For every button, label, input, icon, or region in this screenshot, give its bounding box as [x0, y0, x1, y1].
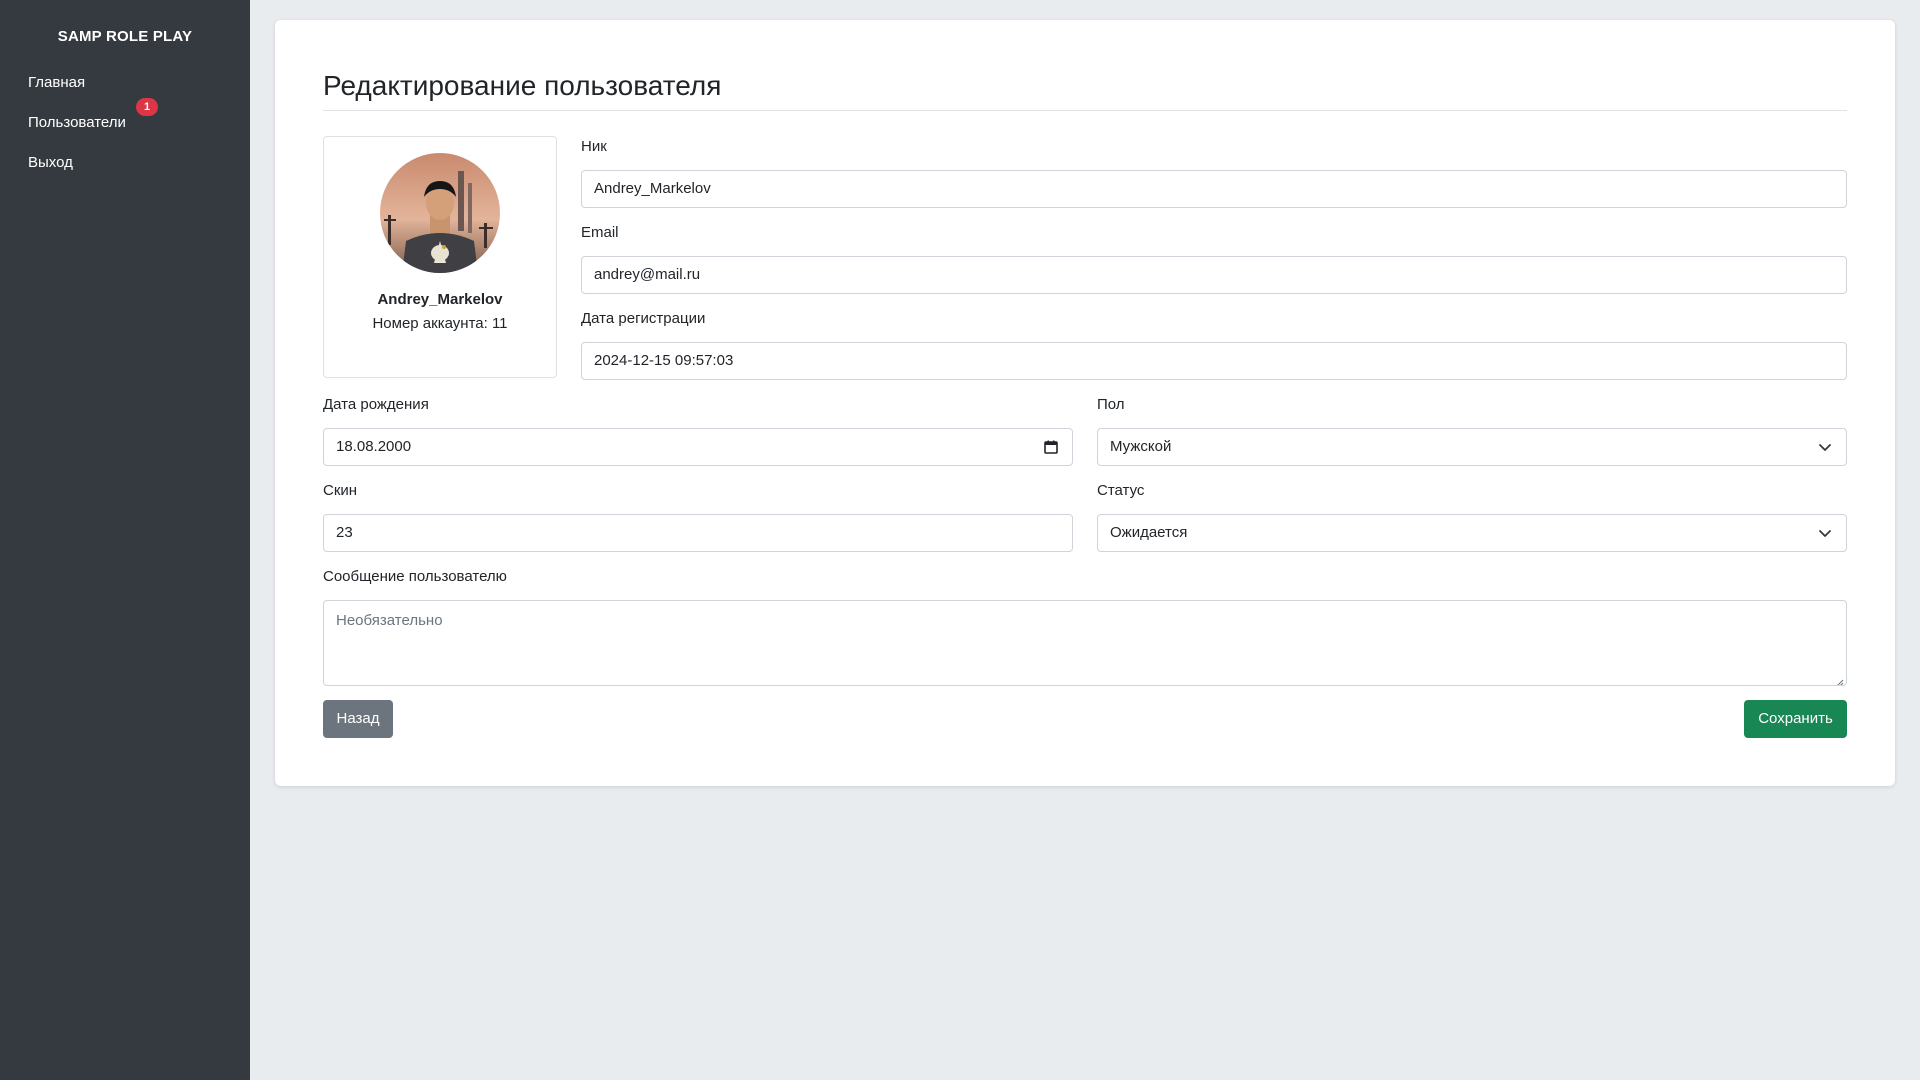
skin-value: 23: [336, 524, 353, 541]
notification-badge: 1: [136, 98, 158, 116]
status-select[interactable]: Ожидается: [1097, 514, 1847, 552]
chevron-down-icon: [1818, 515, 1832, 551]
message-label: Сообщение пользователю: [323, 568, 507, 585]
nick-field-group: Ник Andrey_Markelov: [581, 138, 1847, 208]
reg-date-label: Дата регистрации: [581, 310, 706, 327]
status-field-group: Статус Ожидается: [1097, 482, 1847, 552]
birth-date-label: Дата рождения: [323, 396, 429, 413]
reg-date-input[interactable]: 2024-12-15 09:57:03: [581, 342, 1847, 380]
sidebar-item-home[interactable]: Главная: [0, 63, 250, 103]
nick-input[interactable]: Andrey_Markelov: [581, 170, 1847, 208]
reg-date-value: 2024-12-15 09:57:03: [594, 352, 734, 369]
avatar: [380, 153, 500, 273]
chevron-down-icon: [1818, 429, 1832, 465]
nick-label: Ник: [581, 138, 607, 155]
sidebar-item-label: Выход: [28, 154, 73, 171]
email-input[interactable]: andrey@mail.ru: [581, 256, 1847, 294]
page-title: Редактирование пользователя: [323, 70, 722, 101]
status-label: Статус: [1097, 482, 1145, 499]
email-label: Email: [581, 224, 619, 241]
gender-select[interactable]: Мужской: [1097, 428, 1847, 466]
birth-date-value: 18.08.2000: [336, 438, 412, 455]
birth-date-input[interactable]: 18.08.2000: [323, 428, 1073, 466]
message-placeholder: Необязательно: [336, 612, 443, 629]
email-field-group: Email andrey@mail.ru: [581, 224, 1847, 294]
reg-date-field-group: Дата регистрации 2024-12-15 09:57:03: [581, 310, 1847, 380]
skin-field-group: Скин 23: [323, 482, 1073, 552]
sidebar-item-label: Главная: [28, 74, 86, 91]
calendar-icon[interactable]: [1044, 429, 1058, 465]
profile-card: Andrey_Markelov Номер аккаунта: 11: [323, 136, 557, 378]
title-divider: [323, 110, 1847, 111]
gender-label: Пол: [1097, 396, 1125, 413]
email-value: andrey@mail.ru: [594, 266, 701, 283]
sidebar-nav: Главная Пользователи 1 Выход: [0, 63, 250, 183]
sidebar: SAMP ROLE PLAY Главная Пользователи 1 Вы…: [0, 0, 250, 1080]
account-number: Номер аккаунта: 11: [372, 315, 508, 332]
gender-value: Мужской: [1110, 438, 1172, 455]
skin-input[interactable]: 23: [323, 514, 1073, 552]
status-value: Ожидается: [1110, 524, 1188, 541]
brand-title: SAMP ROLE PLAY: [57, 28, 193, 45]
sidebar-item-logout[interactable]: Выход: [0, 143, 250, 183]
profile-name: Andrey_Markelov: [377, 291, 503, 308]
save-button[interactable]: Сохранить: [1744, 700, 1847, 738]
gender-field-group: Пол Мужской: [1097, 396, 1847, 466]
skin-label: Скин: [323, 482, 358, 499]
edit-user-card: Редактирование пользователя Andrey_Marke…: [275, 20, 1895, 786]
avatar-image: [380, 153, 500, 273]
nick-value: Andrey_Markelov: [594, 180, 711, 197]
resize-grip-icon[interactable]: [1834, 673, 1844, 685]
message-textarea[interactable]: Необязательно: [323, 600, 1847, 686]
sidebar-item-label: Пользователи: [28, 114, 126, 131]
back-button[interactable]: Назад: [323, 700, 393, 738]
sidebar-item-users[interactable]: Пользователи 1: [0, 98, 250, 143]
birth-date-field-group: Дата рождения 18.08.2000: [323, 396, 1073, 466]
message-field-group: Сообщение пользователю Необязательно: [323, 568, 1847, 686]
